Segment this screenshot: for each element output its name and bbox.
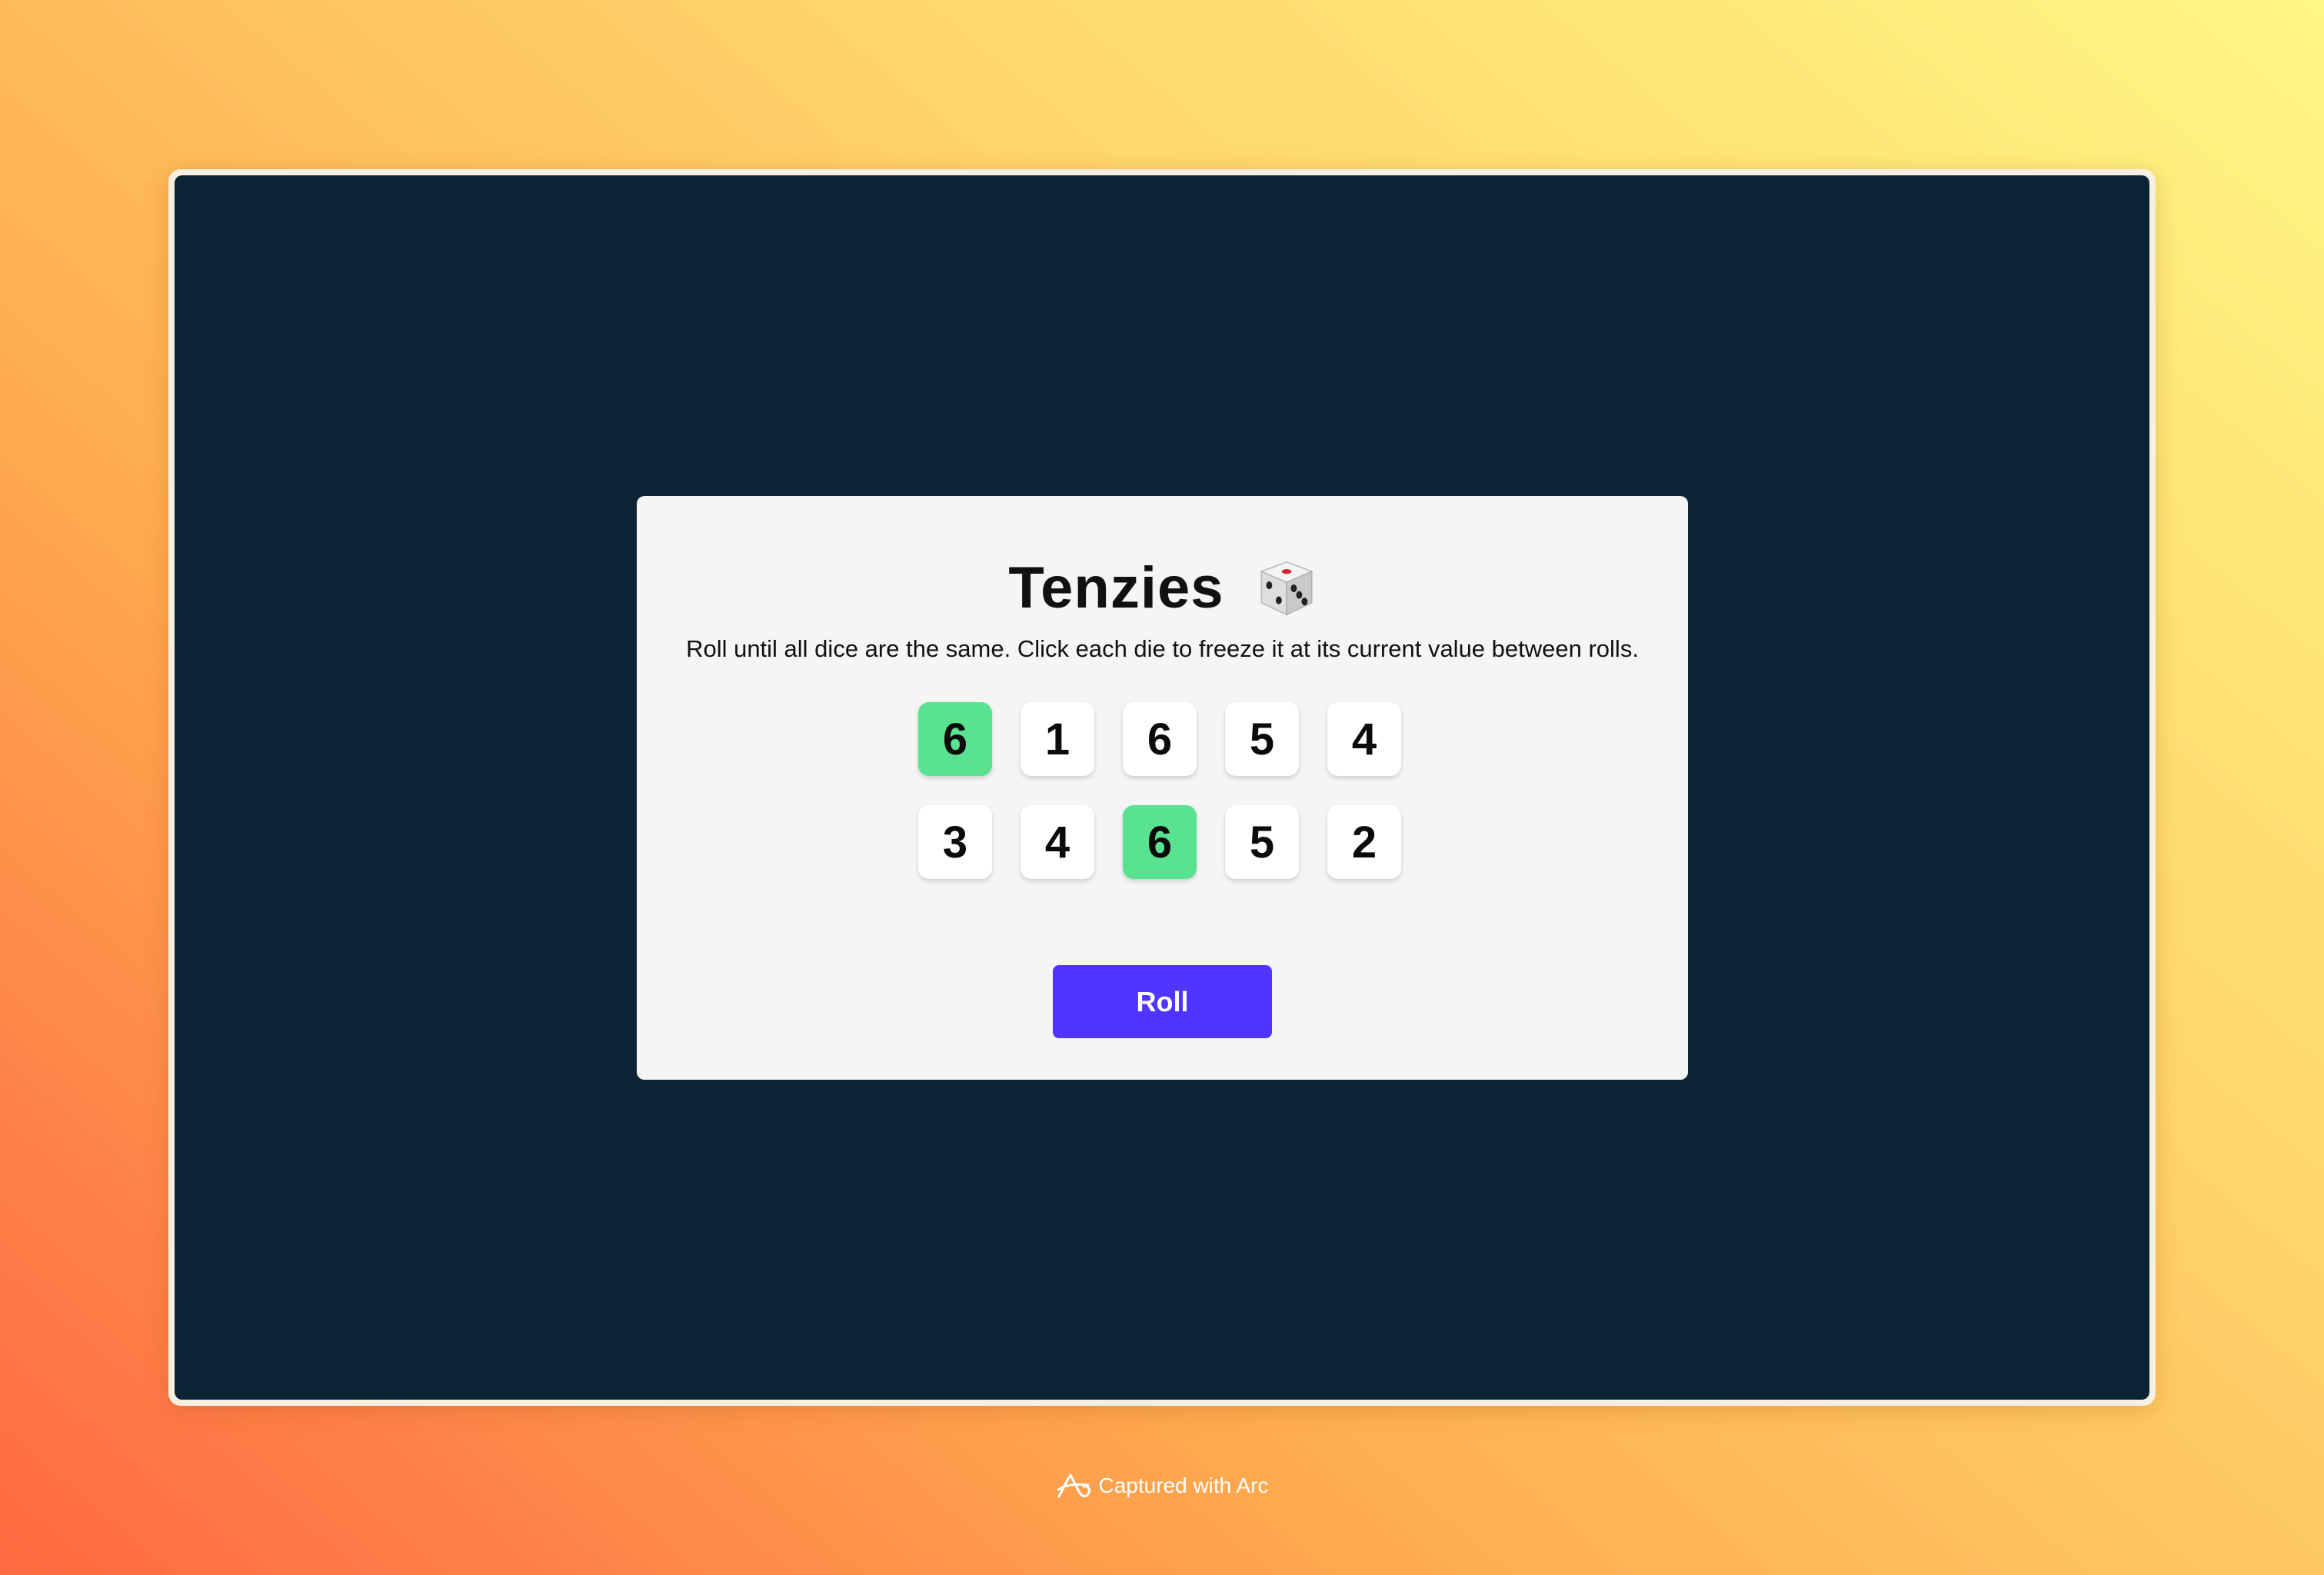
game-die-icon	[1259, 561, 1313, 616]
page-viewport: Tenzies Roll until all dice are the same…	[175, 175, 2149, 1400]
die-1[interactable]: 6	[918, 702, 992, 776]
game-title: Tenzies	[637, 550, 1688, 623]
game-card: Tenzies Roll until all dice are the same…	[637, 496, 1688, 1080]
die-5[interactable]: 4	[1327, 702, 1401, 776]
game-instructions: Roll until all dice are the same. Click …	[686, 635, 1639, 662]
die-10[interactable]: 2	[1327, 805, 1401, 879]
die-7[interactable]: 4	[1020, 805, 1094, 879]
capture-footer: Captured with Arc	[0, 1471, 2324, 1500]
roll-button[interactable]: Roll	[1053, 965, 1272, 1038]
capture-footer-label: Captured with Arc	[1098, 1473, 1269, 1497]
browser-window-frame: Tenzies Roll until all dice are the same…	[168, 169, 2156, 1406]
dice-grid: 6 1 6 5 4 3 4 6 5 2	[918, 702, 1404, 881]
arc-logo-icon	[1057, 1473, 1090, 1498]
die-4[interactable]: 5	[1225, 702, 1299, 776]
die-8[interactable]: 6	[1123, 805, 1197, 879]
die-6[interactable]: 3	[918, 805, 992, 879]
die-9[interactable]: 5	[1225, 805, 1299, 879]
die-2[interactable]: 1	[1020, 702, 1094, 776]
game-title-text: Tenzies	[1008, 554, 1224, 621]
die-3[interactable]: 6	[1123, 702, 1197, 776]
